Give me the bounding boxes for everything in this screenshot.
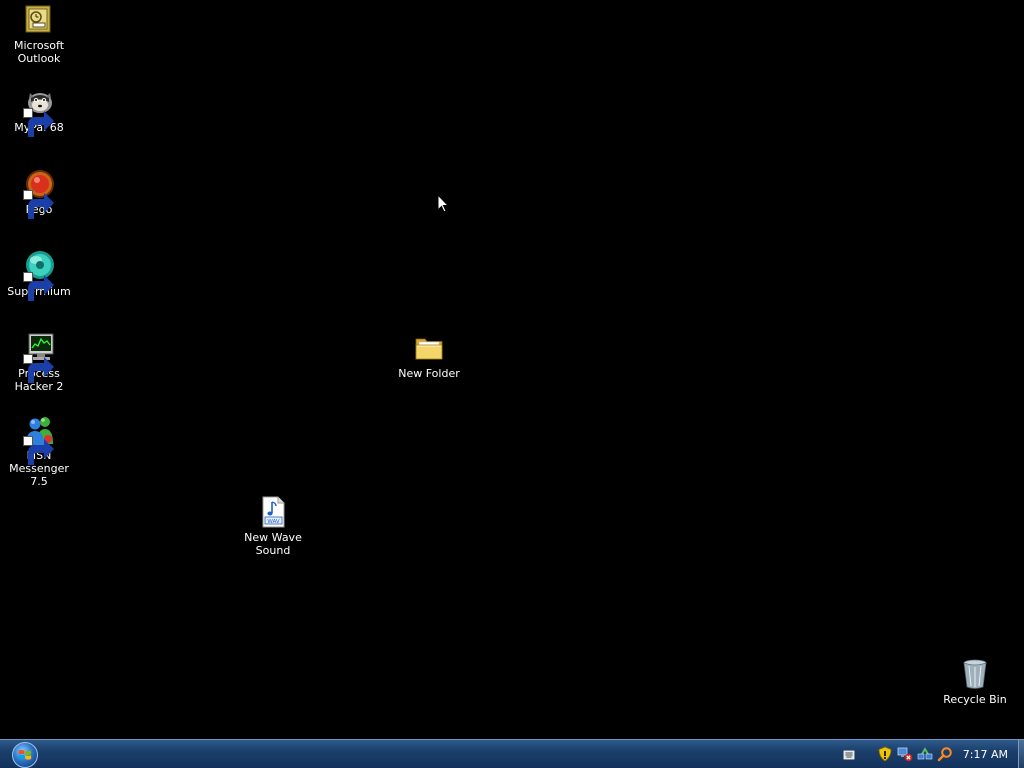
supermium-browser-icon bbox=[23, 250, 55, 301]
shortcut-arrow-icon bbox=[23, 436, 54, 465]
shortcut-arrow-icon bbox=[23, 190, 54, 219]
security-shield-icon[interactable] bbox=[877, 746, 893, 762]
desktop-icon-new-wave-sound[interactable]: WAV New Wave Sound bbox=[234, 496, 312, 557]
system-tray: 7:17 AM bbox=[839, 740, 1024, 768]
desktop-icon-mypal-68[interactable]: MyPal 68 bbox=[0, 86, 78, 137]
mypal-browser-icon bbox=[23, 86, 55, 137]
pego-icon bbox=[23, 168, 55, 219]
desktop-icon-label: Recycle Bin bbox=[943, 693, 1007, 706]
outlook-icon bbox=[23, 4, 55, 36]
search-icon[interactable] bbox=[937, 746, 953, 762]
network-disconnected-icon[interactable] bbox=[897, 746, 913, 762]
desktop-icon-pego[interactable]: Pego bbox=[0, 168, 78, 219]
start-button[interactable] bbox=[8, 741, 42, 768]
folder-icon bbox=[413, 332, 445, 364]
mouse-pointer-icon bbox=[437, 193, 450, 213]
recycle-bin-icon bbox=[959, 658, 991, 690]
desktop-icon-label: Microsoft Outlook bbox=[13, 39, 65, 65]
desktop-icon-supermium[interactable]: Supermium bbox=[0, 250, 78, 301]
desktop-icon-process-hacker-2[interactable]: Process Hacker 2 bbox=[0, 332, 78, 393]
desktop[interactable]: Microsoft Outlook MyPal 68 Pego Supermiu… bbox=[0, 0, 1024, 739]
desktop-icon-label: New Wave Sound bbox=[244, 531, 302, 557]
wav-file-icon: WAV bbox=[257, 496, 289, 528]
shortcut-arrow-icon bbox=[23, 272, 54, 301]
taskbar-clock[interactable]: 7:17 AM bbox=[963, 748, 1008, 761]
desktop-icon-msn-messenger-7-5[interactable]: MSN Messenger 7.5 bbox=[0, 414, 78, 488]
shortcut-arrow-icon bbox=[23, 354, 54, 383]
svg-text:WAV: WAV bbox=[267, 519, 280, 525]
windows-start-orb-icon bbox=[12, 741, 38, 768]
taskbar: 7:17 AM bbox=[0, 739, 1024, 768]
msn-messenger-icon bbox=[23, 414, 55, 465]
show-desktop-button[interactable] bbox=[1018, 740, 1024, 768]
process-hacker-icon bbox=[23, 332, 55, 383]
keyboard-icon[interactable] bbox=[841, 746, 857, 762]
network-icon[interactable] bbox=[917, 746, 933, 762]
desktop-icon-recycle-bin[interactable]: Recycle Bin bbox=[936, 658, 1014, 706]
desktop-icon-microsoft-outlook[interactable]: Microsoft Outlook bbox=[0, 4, 78, 65]
desktop-icon-new-folder[interactable]: New Folder bbox=[390, 332, 468, 380]
desktop-icon-label: New Folder bbox=[398, 367, 460, 380]
shortcut-arrow-icon bbox=[23, 108, 54, 137]
